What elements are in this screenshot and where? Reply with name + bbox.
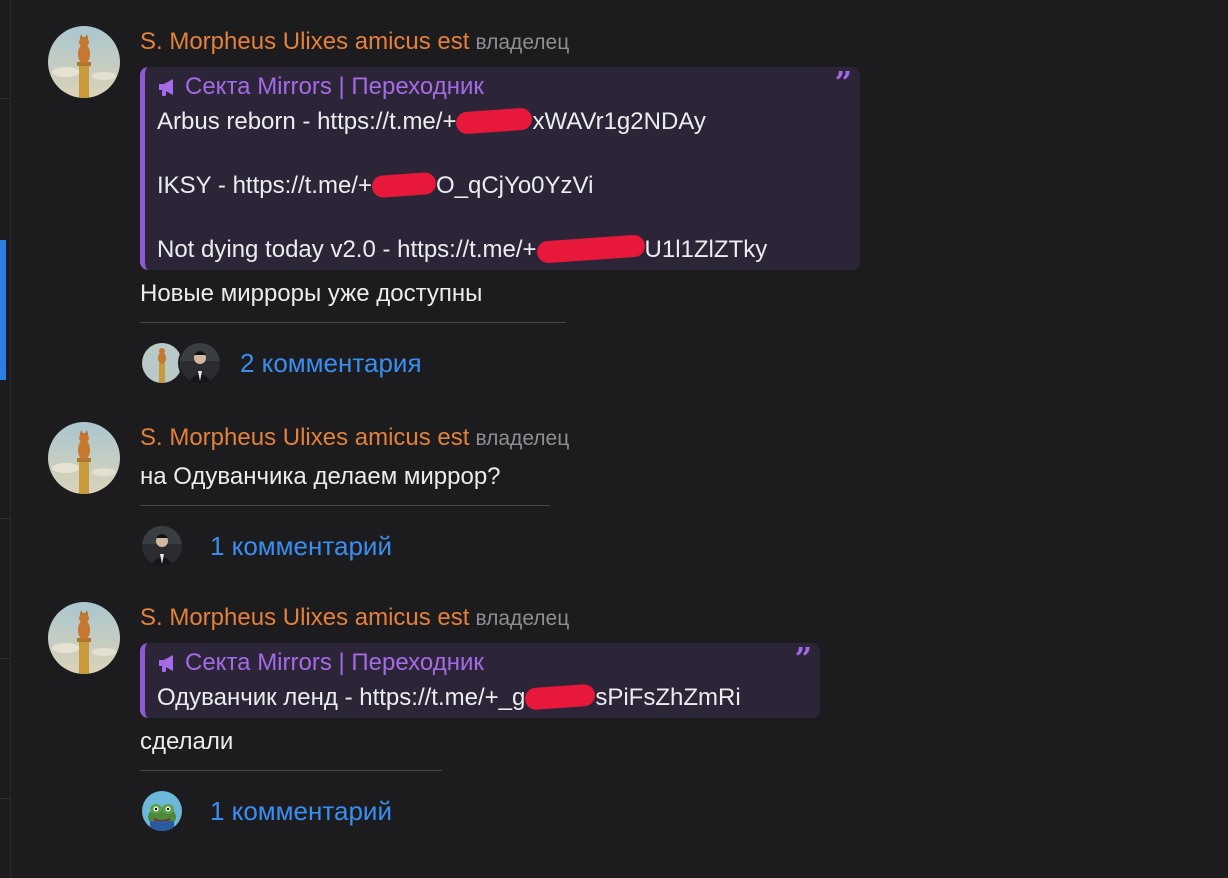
rail-divider <box>0 798 10 799</box>
comments-link[interactable]: 1 комментарий <box>210 795 392 827</box>
author-name[interactable]: S. Morpheus Ulixes amicus est <box>140 28 469 55</box>
quote-source[interactable]: Секта Mirrors | Переходник <box>157 71 846 106</box>
comments-link[interactable]: 1 комментарий <box>210 530 392 562</box>
quote-source[interactable]: Секта Mirrors | Переходник <box>157 647 806 682</box>
quote-mark-icon: ” <box>794 642 812 677</box>
author-name[interactable]: S. Morpheus Ulixes amicus est <box>140 424 469 451</box>
author-avatar[interactable] <box>48 602 120 674</box>
message-text: сделали <box>140 728 234 755</box>
author-line: S. Morpheus Ulixes amicus est владелец <box>140 602 820 635</box>
commenter-avatar <box>140 789 184 833</box>
megaphone-icon <box>157 74 179 106</box>
quote-source-title: Секта Mirrors | Переходник <box>185 649 484 676</box>
quote-line-prefix: Одуванчик ленд - https://t.me/+_g <box>157 684 526 711</box>
divider <box>140 505 550 506</box>
message-text: Новые мирроры уже доступны <box>140 280 483 307</box>
quote-line-prefix: Not dying today v2.0 - https://t.me/+ <box>157 236 537 263</box>
role-badge: владелец <box>475 31 570 54</box>
quote-line: IKSY - https://t.me/+ O_qCjYo0YzVi <box>157 170 846 202</box>
role-badge: владелец <box>475 427 570 450</box>
rail-divider <box>0 658 10 659</box>
quote-line-suffix: O_qCjYo0YzVi <box>435 172 594 199</box>
author-line: S. Morpheus Ulixes amicus est владелец <box>140 26 860 59</box>
redaction-mark <box>455 107 534 135</box>
divider <box>140 770 442 771</box>
forwarded-quote[interactable]: Секта Mirrors | Переходник Arbus reborn … <box>140 67 860 270</box>
author-name[interactable]: S. Morpheus Ulixes amicus est <box>140 604 469 631</box>
quote-line-prefix: IKSY - https://t.me/+ <box>157 172 372 199</box>
redaction-mark <box>535 234 646 264</box>
quote-mark-icon: ” <box>834 66 852 101</box>
quote-line-prefix: Arbus reborn - https://t.me/+ <box>157 108 457 135</box>
divider <box>140 322 566 323</box>
quote-line-suffix: U1l1ZlZTky <box>644 236 768 263</box>
quote-source-title: Секта Mirrors | Переходник <box>185 73 484 100</box>
role-badge: владелец <box>475 607 570 630</box>
quote-line-suffix: xWAVr1g2NDAy <box>532 108 706 135</box>
author-avatar[interactable] <box>48 26 120 98</box>
rail-divider <box>0 98 10 99</box>
redaction-mark <box>371 171 437 199</box>
quote-line: Not dying today v2.0 - https://t.me/+ U1l… <box>157 234 846 266</box>
commenter-avatar <box>140 524 184 568</box>
quote-line: Arbus reborn - https://t.me/+ xWAVr1g2NDA… <box>157 106 846 138</box>
message-text: на Одуванчика делаем миррор? <box>140 463 501 490</box>
quote-line: Одуванчик ленд - https://t.me/+_g sPiFsZh… <box>157 682 806 714</box>
comments-bar[interactable]: 2 комментария <box>140 341 860 389</box>
comments-bar[interactable]: 1 комментарий <box>140 789 820 837</box>
rail-divider <box>0 518 10 519</box>
scroll-accent-bar <box>0 240 6 380</box>
comments-bar[interactable]: 1 комментарий <box>140 524 569 572</box>
forwarded-quote[interactable]: Секта Mirrors | Переходник Одуванчик лен… <box>140 643 820 718</box>
comments-link[interactable]: 2 комментария <box>240 347 422 379</box>
author-line: S. Morpheus Ulixes amicus est владелец <box>140 422 569 455</box>
megaphone-icon <box>157 650 179 682</box>
commenter-avatar <box>178 341 222 385</box>
redaction-mark <box>524 683 597 711</box>
left-rail <box>0 0 11 878</box>
author-avatar[interactable] <box>48 422 120 494</box>
quote-line-suffix: sPiFsZhZmRi <box>595 684 741 711</box>
